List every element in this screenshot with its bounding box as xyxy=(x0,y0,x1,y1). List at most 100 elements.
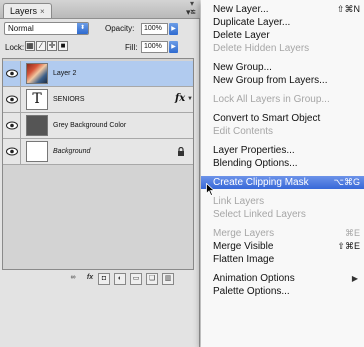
blend-mode-select[interactable]: Normal ⬍ xyxy=(4,22,89,35)
menu-separator xyxy=(201,223,364,224)
menu-item-animation-options[interactable]: Animation Options ▶ xyxy=(201,272,364,285)
menu-item-convert-to-smart-object[interactable]: Convert to Smart Object xyxy=(201,112,364,125)
menu-item-merge-layers: Merge Layers ⌘E xyxy=(201,227,364,240)
new-group-icon[interactable]: ▭ xyxy=(130,273,142,285)
menu-item-label: Link Layers xyxy=(213,196,265,207)
tab-layers-label: Layers xyxy=(10,6,38,16)
blend-opacity-row: Normal ⬍ Opacity: 100% ▶ xyxy=(0,20,200,37)
fill-slider-arrow-icon[interactable]: ▶ xyxy=(169,41,178,53)
eye-icon xyxy=(6,95,18,104)
menu-item-merge-visible[interactable]: Merge Visible ⇧⌘E xyxy=(201,240,364,253)
menu-separator xyxy=(201,191,364,192)
fx-icon[interactable]: fx xyxy=(175,93,185,104)
lock-brush-icon[interactable]: ∕ xyxy=(36,41,46,51)
lock-transparent-icon[interactable]: ▦ xyxy=(25,41,35,51)
menu-item-new-group-from-layers[interactable]: New Group from Layers... xyxy=(201,74,364,87)
lock-label: Lock: xyxy=(5,43,25,52)
layers-panel: Layers × ▾ × ▾≡ Normal ⬍ Opacity: 100% ▶ … xyxy=(0,0,200,347)
layer-name[interactable]: Background xyxy=(53,148,90,155)
menu-item-create-clipping-mask[interactable]: Create Clipping Mask ⌥⌘G xyxy=(201,176,364,189)
visibility-toggle[interactable] xyxy=(3,61,21,86)
new-layer-icon[interactable]: ❏ xyxy=(146,273,158,285)
menu-item-label: Merge Layers xyxy=(213,228,275,239)
opacity-input[interactable]: 100% xyxy=(141,23,168,35)
menu-item-label: Palette Options... xyxy=(213,286,290,297)
menu-item-shortcut: ⇧⌘E xyxy=(337,241,360,251)
trash-icon[interactable]: ▥ xyxy=(162,273,174,285)
menu-item-edit-contents: Edit Contents xyxy=(201,125,364,138)
layer-name[interactable]: SENIORS xyxy=(53,96,85,103)
layers-list: Layer 2 T SENIORS fx ▼ Grey Background C… xyxy=(2,58,194,270)
menu-item-delete-hidden-layers: Delete Hidden Layers xyxy=(201,42,364,55)
menu-item-label: Duplicate Layer... xyxy=(213,17,291,28)
tab-close-icon[interactable]: × xyxy=(40,7,45,16)
layer-row-background[interactable]: Background xyxy=(3,139,193,165)
layer-row-seniors[interactable]: T SENIORS fx ▼ xyxy=(3,87,193,113)
menu-item-label: Delete Layer xyxy=(213,30,270,41)
panel-menu-icon[interactable]: ▾≡ xyxy=(186,7,196,17)
lock-icon xyxy=(178,147,184,156)
menu-item-label: Flatten Image xyxy=(213,254,275,265)
submenu-arrow-icon: ▶ xyxy=(351,274,358,283)
menu-item-label: Layer Properties... xyxy=(213,145,295,156)
menu-item-link-layers: Link Layers xyxy=(201,195,364,208)
text-layer-thumbnail: T xyxy=(26,89,48,110)
opacity-value: 100% xyxy=(144,25,162,32)
chevron-down-icon[interactable]: ▼ xyxy=(187,96,193,102)
menu-separator xyxy=(201,172,364,173)
menu-item-label: New Layer... xyxy=(213,4,269,15)
panel-bottom-toolbar: ∞ fx ◘ ◐ ▭ ❏ ▥ xyxy=(2,272,194,287)
menu-item-shortcut: ⌘E xyxy=(344,228,360,238)
visibility-toggle[interactable] xyxy=(3,139,21,164)
layer-thumbnail-photo xyxy=(26,63,48,84)
visibility-toggle[interactable] xyxy=(3,113,21,138)
layer-thumbnail-white xyxy=(26,141,48,162)
menu-item-label: Blending Options... xyxy=(213,158,298,169)
lock-all-icon[interactable]: ■ xyxy=(58,41,68,51)
menu-separator xyxy=(201,57,364,58)
menu-item-palette-options[interactable]: Palette Options... xyxy=(201,285,364,298)
add-mask-icon[interactable]: ◘ xyxy=(98,273,110,285)
menu-item-duplicate-layer[interactable]: Duplicate Layer... xyxy=(201,16,364,29)
menu-item-label: Merge Visible xyxy=(213,241,274,252)
menu-item-layer-properties[interactable]: Layer Properties... xyxy=(201,144,364,157)
menu-item-delete-layer[interactable]: Delete Layer xyxy=(201,29,364,42)
add-style-icon[interactable]: fx xyxy=(84,273,96,285)
menu-item-blending-options[interactable]: Blending Options... xyxy=(201,157,364,170)
eye-icon xyxy=(6,121,18,130)
visibility-toggle[interactable] xyxy=(3,87,21,112)
adjustment-layer-icon[interactable]: ◐ xyxy=(114,273,126,285)
text-layer-icon: T xyxy=(32,91,42,107)
layers-panel-menu: New Layer... ⇧⌘N Duplicate Layer... Delete … xyxy=(201,0,364,347)
menu-item-shortcut: ⌥⌘G xyxy=(333,177,360,187)
menu-separator xyxy=(201,89,364,90)
menu-item-new-layer[interactable]: New Layer... ⇧⌘N xyxy=(201,3,364,16)
layer-name[interactable]: Layer 2 xyxy=(53,70,76,77)
menu-item-flatten-image[interactable]: Flatten Image xyxy=(201,253,364,266)
menu-item-new-group[interactable]: New Group... xyxy=(201,61,364,74)
layer-row-layer-2[interactable]: Layer 2 xyxy=(3,61,193,87)
lock-move-icon[interactable]: ✛ xyxy=(47,41,57,51)
layer-name[interactable]: Grey Background Color xyxy=(53,122,126,129)
chevron-updown-icon: ⬍ xyxy=(77,23,88,34)
fill-value: 100% xyxy=(144,43,162,50)
fill-input[interactable]: 100% xyxy=(141,41,168,53)
menu-item-lock-all-layers-in-group: Lock All Layers in Group... xyxy=(201,93,364,106)
link-layers-icon[interactable]: ∞ xyxy=(66,273,80,285)
menu-item-label: Create Clipping Mask xyxy=(213,177,309,188)
blend-mode-value: Normal xyxy=(8,24,34,33)
menu-separator xyxy=(201,140,364,141)
menu-item-label: Edit Contents xyxy=(213,126,274,137)
menu-item-label: Animation Options xyxy=(213,273,295,284)
menu-item-shortcut: ⇧⌘N xyxy=(336,4,360,14)
opacity-slider-arrow-icon[interactable]: ▶ xyxy=(169,23,178,35)
eye-icon xyxy=(6,69,18,78)
lock-fill-row: Lock: ▦ ∕ ✛ ■ Fill: 100% ▶ xyxy=(0,38,200,56)
tab-layers[interactable]: Layers × xyxy=(3,3,52,18)
layer-row-grey-background[interactable]: Grey Background Color xyxy=(3,113,193,139)
menu-separator xyxy=(201,268,364,269)
menu-item-label: New Group from Layers... xyxy=(213,75,328,86)
menu-item-select-linked-layers: Select Linked Layers xyxy=(201,208,364,221)
menu-item-label: Lock All Layers in Group... xyxy=(213,94,330,105)
panel-titlebar: Layers × ▾ × ▾≡ xyxy=(0,0,200,19)
